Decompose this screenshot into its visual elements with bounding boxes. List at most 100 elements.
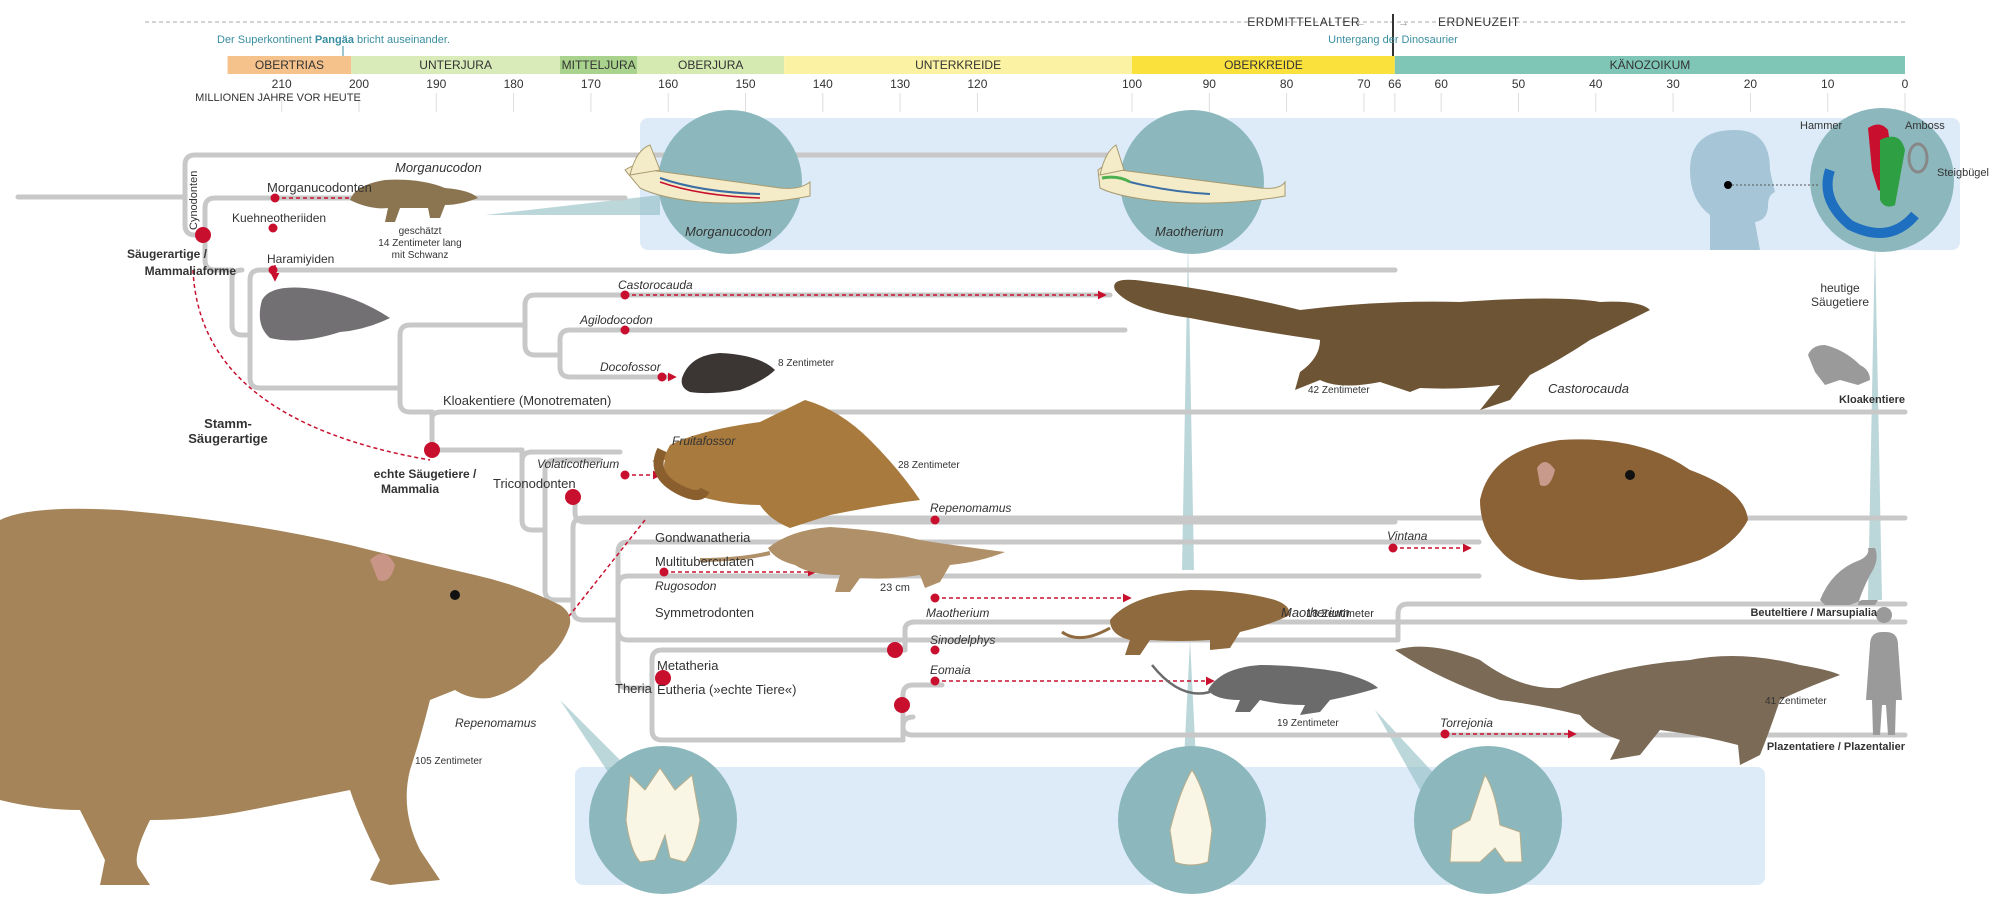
tick-label-14: 66	[1388, 77, 1402, 91]
tick-label-16: 50	[1512, 77, 1526, 91]
arrow-right-glyph: →	[1398, 17, 1409, 29]
dino-extinction-note: Untergang der Dinosaurier	[1328, 34, 1458, 46]
fruitafossor-taxon: Fruitafossor	[672, 434, 736, 448]
echte-label-1: echte Säugetiere /	[374, 467, 477, 481]
sinodelphys-taxon: Sinodelphys	[930, 633, 995, 647]
tick-label-7: 140	[813, 77, 833, 91]
repenomamus-animal	[0, 508, 571, 885]
agilodocodon-taxon: Agilodocodon	[579, 313, 653, 327]
period-label-1: UNTERJURA	[419, 58, 492, 72]
kuehneotheriiden-label: Kuehneotheriiden	[232, 211, 326, 225]
tick-label-4: 170	[581, 77, 601, 91]
node-theria-upper	[887, 642, 903, 658]
triconodonten-label: Triconodonten	[493, 476, 576, 491]
human-icon	[1866, 607, 1902, 735]
torrejonia-taxon: Torrejonia	[1440, 716, 1493, 730]
mammal-evolution-diagram: ERDMITTELALTER ← → ERDNEUZEIT Der Superk…	[0, 14, 1989, 894]
tick-label-18: 30	[1666, 77, 1680, 91]
eomaia-taxon: Eomaia	[930, 663, 971, 677]
tick-label-21: 0	[1902, 77, 1909, 91]
echte-label-2: Mammalia	[381, 482, 439, 496]
castorocauda-size: 42 Zentimeter	[1308, 385, 1370, 396]
metatheria-label: Metatheria	[657, 658, 719, 673]
morganucodonten-label: Morganucodonten	[267, 180, 372, 195]
pangaea-note: Der Superkontinent Pangäa bricht auseina…	[217, 34, 450, 46]
haramiyiden-label: Haramiyiden	[267, 252, 334, 266]
maotherium-taxon: Maotherium	[926, 606, 989, 620]
morganucodon-size-2: 14 Zentimeter lang	[378, 238, 461, 249]
docofossor-animal	[681, 353, 775, 394]
eomaia-animal	[1151, 664, 1378, 715]
tooth-connector-mid	[1184, 640, 1196, 760]
eomaia-size: 19 Zentimeter	[1277, 718, 1339, 729]
gondwanatheria-label: Gondwanatheria	[655, 530, 751, 545]
hammer-label: Hammer	[1800, 120, 1843, 132]
node-eutheria	[894, 697, 910, 713]
rugosodon-size: 23 cm	[880, 582, 910, 594]
kloakentiere-icon	[1808, 345, 1870, 385]
tick-label-13: 70	[1357, 77, 1371, 91]
tooth-circle-right	[1414, 746, 1562, 894]
tick-label-6: 150	[735, 77, 755, 91]
saeugerartige-label-2: Mammaliaforme	[145, 264, 237, 278]
amboss-label: Amboss	[1905, 120, 1945, 132]
heutige-label-2: Säugetiere	[1811, 295, 1869, 309]
tick-label-0: 210	[272, 77, 292, 91]
morganucodon-jaw-label: Morganucodon	[685, 224, 772, 239]
period-label-2: MITTELJURA	[562, 58, 636, 72]
tick-label-17: 40	[1589, 77, 1603, 91]
tick-label-1: 200	[349, 77, 369, 91]
rugosodon-taxon: Rugosodon	[655, 579, 717, 593]
haramiyiden-head	[259, 287, 390, 341]
docofossor-size: 8 Zentimeter	[778, 358, 835, 369]
theria-label: Theria	[615, 681, 653, 696]
castorocauda-animal-label: Castorocauda	[1548, 381, 1629, 396]
period-label-3: OBERJURA	[678, 58, 743, 72]
heutige-label-1: heutige	[1820, 281, 1860, 295]
volaticotherium-size: 28 Zentimeter	[898, 460, 960, 471]
volaticotherium-taxon: Volaticotherium	[537, 457, 619, 471]
tick-label-19: 20	[1744, 77, 1758, 91]
node-triconodonten	[565, 489, 581, 505]
morganucodon-size-3: mit Schwanz	[392, 250, 449, 261]
tick-label-20: 10	[1821, 77, 1835, 91]
period-label-6: KÄNOZOIKUM	[1610, 58, 1691, 72]
tooth-circle-left	[589, 746, 737, 894]
timescale-header: ERDMITTELALTER ← → ERDNEUZEIT Der Superk…	[145, 14, 1909, 112]
beuteltiere-label: Beuteltiere / Marsupialia	[1750, 607, 1877, 619]
tick-label-5: 160	[658, 77, 678, 91]
erdneuzeit-label: ERDNEUZEIT	[1438, 15, 1520, 29]
plazentatiere-label: Plazentatiere / Plazentalier	[1767, 741, 1906, 753]
node-mammalia	[424, 442, 440, 458]
steigbuegel-label: Steigbügel	[1937, 167, 1989, 179]
vintana-head	[1480, 439, 1748, 580]
tooth-circle-mid	[1118, 746, 1266, 894]
period-label-4: UNTERKREIDE	[915, 58, 1001, 72]
tick-label-12: 80	[1280, 77, 1294, 91]
tick-label-9: 120	[967, 77, 987, 91]
castorocauda-taxon: Castorocauda	[618, 278, 693, 292]
morganucodon-size-1: geschätzt	[399, 226, 442, 237]
axis-unit-label: MILLIONEN JAHRE VOR HEUTE	[195, 92, 361, 104]
tick-label-15: 60	[1435, 77, 1449, 91]
docofossor-taxon: Docofossor	[600, 360, 662, 374]
tick-label-2: 190	[426, 77, 446, 91]
kloakentiere-extant-label: Kloakentiere	[1839, 394, 1905, 406]
period-label-0: OBERTRIAS	[255, 58, 324, 72]
volaticotherium-animal	[652, 400, 920, 528]
tick-row: 210 200 190 180 170 160 150 140 130 120 100 90 80 70 6…	[272, 77, 1909, 112]
tick-label-8: 130	[890, 77, 910, 91]
period-label-5: OBERKREIDE	[1224, 58, 1303, 72]
repenomamus-animal-label: Repenomamus	[455, 716, 536, 730]
torrejonia-size: 41 Zentimeter	[1765, 696, 1827, 707]
maotherium-jaw-label: Maotherium	[1155, 224, 1224, 239]
erdmittelalter-label: ERDMITTELALTER	[1247, 15, 1360, 29]
repenomamus-taxon: Repenomamus	[930, 501, 1011, 515]
period-bar: OBERTRIAS UNTERJURA MITTELJURA OBERJURA UNTE…	[227, 56, 1905, 74]
stamm-label-2: Säugerartige	[188, 431, 267, 446]
multituberculaten-label: Multituberculaten	[655, 554, 754, 569]
morganucodon-taxon: Morganucodon	[395, 160, 482, 175]
symmetrodonten-label: Symmetrodonten	[655, 605, 754, 620]
kloakentiere-label: Kloakentiere (Monotrematen)	[443, 393, 611, 408]
tick-label-11: 90	[1203, 77, 1217, 91]
